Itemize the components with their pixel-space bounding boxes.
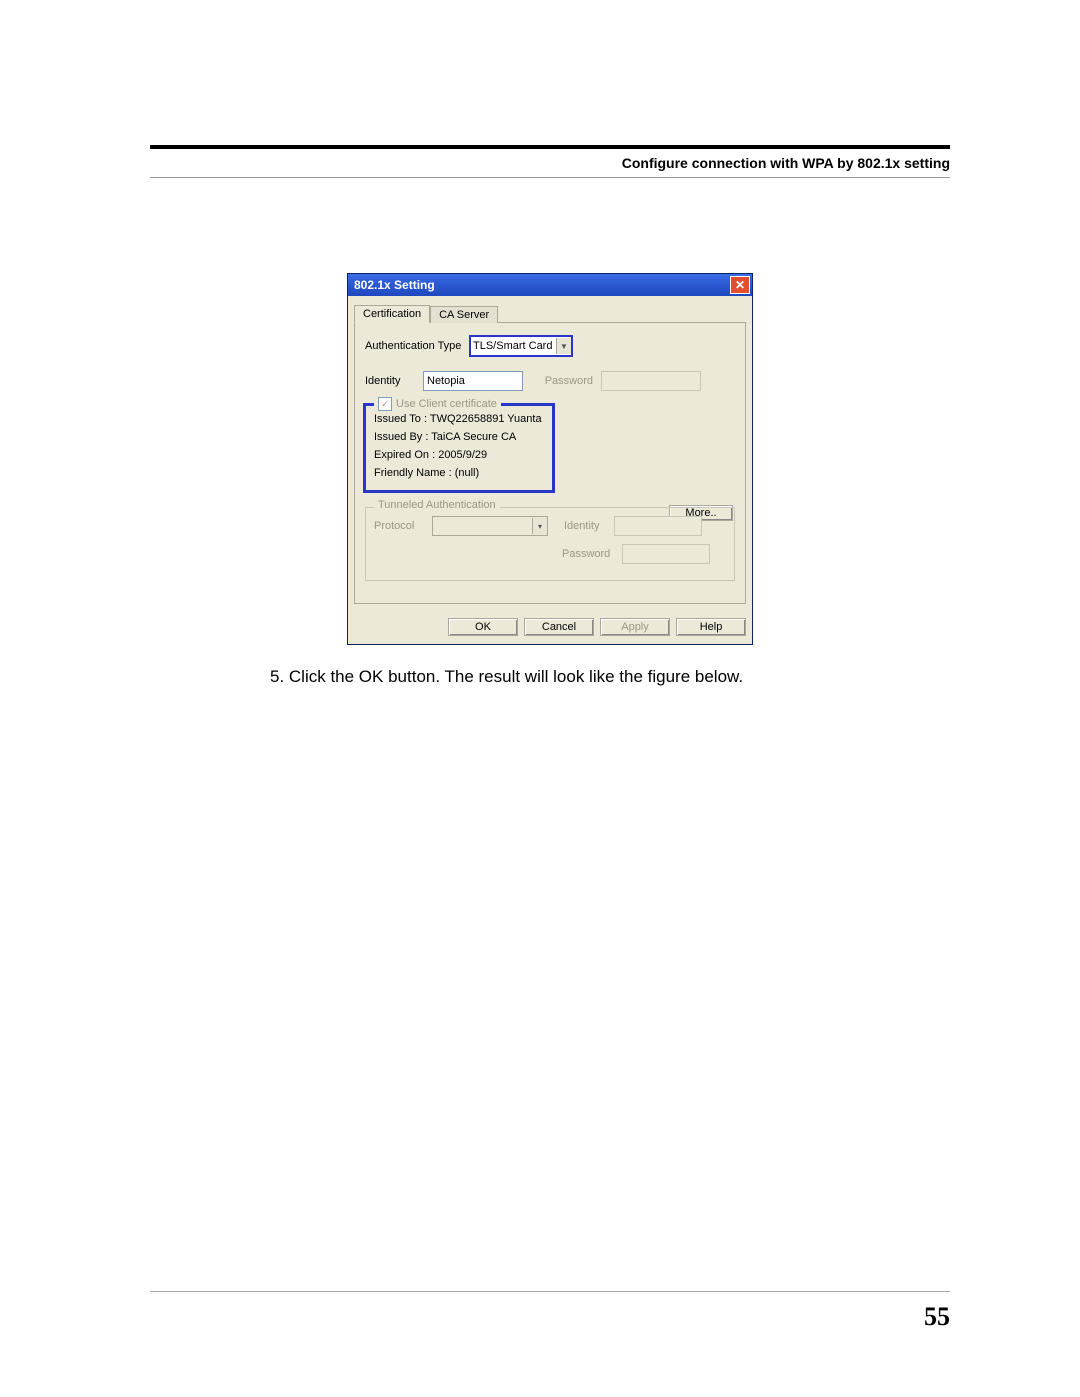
chevron-down-icon: ▾	[532, 518, 547, 534]
client-cert-group: ✓ Use Client certificate Issued To : TWQ…	[363, 403, 555, 493]
identity-label: Identity	[365, 375, 423, 387]
auth-type-value: TLS/Smart Card	[473, 340, 552, 352]
identity-input[interactable]: Netopia	[423, 371, 523, 391]
page-number: 55	[924, 1302, 950, 1332]
cert-expired-on: Expired On : 2005/9/29	[374, 446, 544, 464]
help-button[interactable]: Help	[676, 618, 746, 636]
cert-issued-to: Issued To : TWQ22658891 Yuanta	[374, 410, 544, 428]
close-icon[interactable]: ✕	[730, 276, 750, 294]
apply-button: Apply	[600, 618, 670, 636]
auth-type-label: Authentication Type	[365, 340, 469, 352]
tab-ca-server[interactable]: CA Server	[430, 306, 498, 323]
cert-friendly-name: Friendly Name : (null)	[374, 464, 544, 482]
dialog-titlebar: 802.1x Setting ✕	[348, 274, 752, 296]
protocol-select: ▾	[432, 516, 548, 536]
cert-issued-by: Issued By : TaiCA Secure CA	[374, 428, 544, 446]
chevron-down-icon[interactable]: ▼	[556, 338, 571, 354]
tunneled-password-input	[622, 544, 710, 564]
use-client-cert-checkbox: ✓	[378, 397, 392, 411]
tunneled-legend: Tunneled Authentication	[374, 499, 500, 511]
auth-type-select[interactable]: TLS/Smart Card ▼	[469, 335, 573, 357]
password-label: Password	[523, 375, 593, 387]
protocol-label: Protocol	[374, 520, 432, 532]
tunneled-identity-input	[614, 516, 702, 536]
ok-button[interactable]: OK	[448, 618, 518, 636]
use-client-cert-label: Use Client certificate	[396, 398, 497, 410]
password-input	[601, 371, 701, 391]
tunneled-identity-label: Identity	[564, 520, 614, 532]
dialog-8021x-setting: 802.1x Setting ✕ Certification CA Server…	[347, 273, 753, 645]
dialog-title: 802.1x Setting	[354, 278, 435, 292]
page-header-title: Configure connection with WPA by 802.1x …	[150, 155, 950, 177]
tunneled-password-label: Password	[562, 548, 622, 560]
cancel-button[interactable]: Cancel	[524, 618, 594, 636]
tunneled-auth-group: Tunneled Authentication Protocol ▾ Ident…	[365, 507, 735, 581]
figure-caption: 5. Click the OK button. The result will …	[150, 667, 950, 687]
tab-certification[interactable]: Certification	[354, 305, 430, 323]
